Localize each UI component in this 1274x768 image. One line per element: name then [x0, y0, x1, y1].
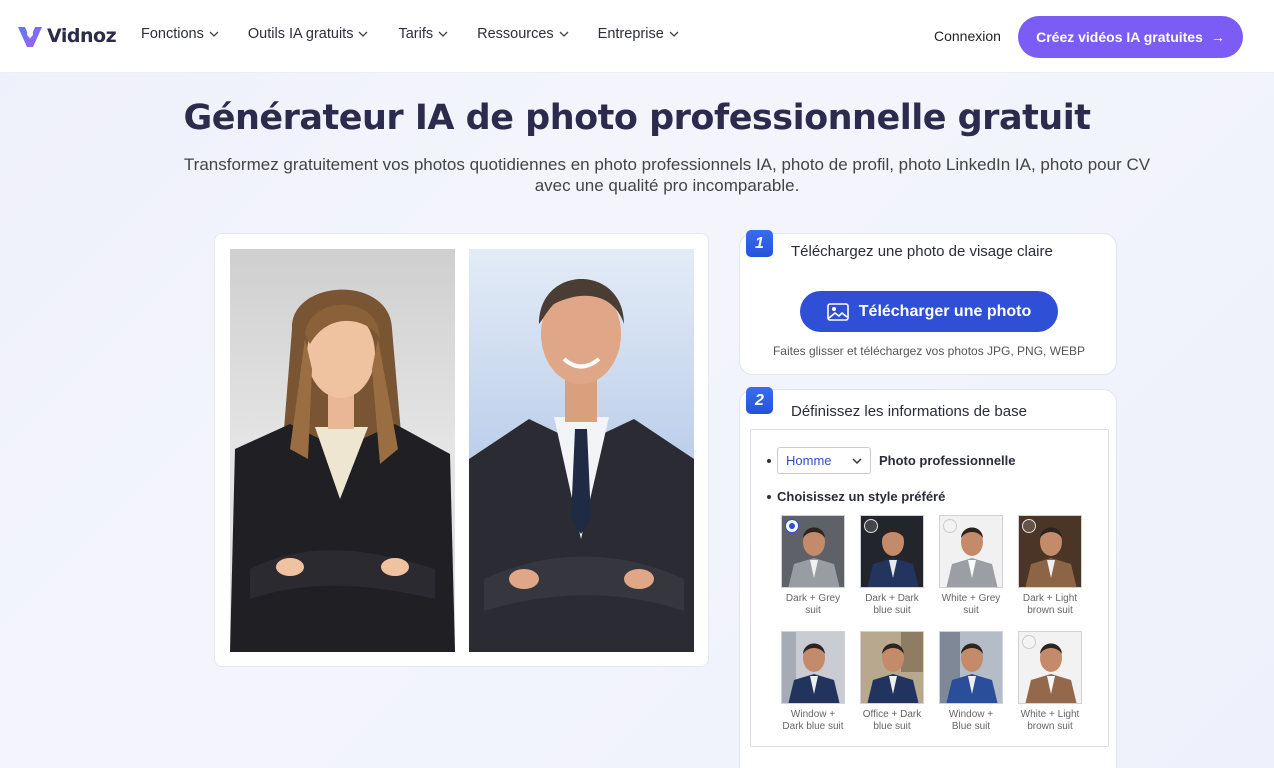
example-photo-man [469, 249, 694, 652]
radio-unselected[interactable] [1022, 635, 1036, 649]
style-label: Dark + Grey suit [785, 593, 841, 616]
radio-selected[interactable] [785, 519, 799, 533]
style-label: Window + Blue suit [948, 709, 994, 732]
settings-box: Homme Photo professionnelle Choisissez u… [750, 429, 1109, 747]
upload-photo-button[interactable]: Télécharger une photo [800, 291, 1058, 332]
style-option[interactable]: White + Light brown suit [1017, 631, 1083, 733]
radio-unselected[interactable] [943, 519, 957, 533]
style-option[interactable]: Dark + Grey suit [780, 515, 846, 617]
cta-label: Créez vidéos IA gratuites [1036, 29, 1203, 45]
menu-label: Ressources [477, 26, 554, 42]
step-title: Téléchargez une photo de visage claire [791, 243, 1053, 260]
style-option[interactable]: Dark + Dark blue suit [859, 515, 925, 617]
example-photo-woman [230, 249, 455, 652]
style-thumbnail [939, 515, 1003, 588]
login-link[interactable]: Connexion [934, 28, 1001, 44]
photo-type-label: Photo professionnelle [879, 453, 1016, 468]
style-label: White + Grey suit [941, 593, 1001, 616]
style-option[interactable]: White + Grey suit [938, 515, 1004, 617]
bullet [767, 458, 771, 463]
style-label: Office + Dark blue suit [862, 709, 922, 732]
style-option[interactable]: Office + Dark blue suit [859, 631, 925, 733]
brand-name: Vidnoz [47, 25, 117, 47]
menu-tarifs[interactable]: Tarifs [398, 26, 448, 42]
style-label: Dark + Light brown suit [1022, 593, 1078, 616]
style-thumbnail [1018, 631, 1082, 704]
menu-label: Fonctions [141, 26, 204, 42]
upload-button-label: Télécharger une photo [858, 302, 1032, 320]
upload-hint: Faites glisser et téléchargez vos photos… [772, 344, 1086, 358]
vidnoz-logo-icon [16, 22, 44, 50]
menu-entreprise[interactable]: Entreprise [598, 26, 679, 42]
menu-label: Tarifs [398, 26, 434, 42]
chevron-down-icon [358, 31, 368, 37]
style-thumbnail [860, 631, 924, 704]
radio-unselected[interactable] [864, 519, 878, 533]
chevron-down-icon [438, 31, 448, 37]
style-thumbnail [1018, 515, 1082, 588]
style-thumbnail [781, 515, 845, 588]
page-title: Générateur IA de photo professionnelle g… [183, 98, 1091, 138]
style-heading: Choisissez un style préféré [777, 489, 946, 504]
top-navbar: Vidnoz Fonctions Outils IA gratuits Tari… [0, 0, 1274, 73]
main-menu: Fonctions Outils IA gratuits Tarifs Ress… [141, 26, 679, 42]
step-number-badge: 2 [746, 387, 773, 414]
style-thumbnail [781, 631, 845, 704]
radio-unselected[interactable] [1022, 519, 1036, 533]
step-upload-card: 1 Téléchargez une photo de visage claire… [739, 230, 1117, 375]
chevron-down-icon [669, 31, 679, 37]
gender-select-value: Homme [786, 453, 832, 468]
menu-label: Entreprise [597, 26, 664, 42]
step-info-card: 2 Définissez les informations de base Ho… [739, 387, 1117, 768]
style-label: Window + Dark blue suit [782, 709, 844, 732]
vidnoz-logo[interactable]: Vidnoz [16, 22, 117, 50]
create-video-button[interactable]: Créez vidéos IA gratuites → [1018, 16, 1243, 58]
style-label: White + Light brown suit [1020, 709, 1080, 732]
chevron-down-icon [852, 457, 862, 464]
step-number-badge: 1 [746, 230, 773, 257]
style-thumbnail [860, 515, 924, 588]
arrow-right-icon: → [1210, 29, 1225, 45]
chevron-down-icon [559, 31, 569, 37]
gender-select[interactable]: Homme [777, 447, 871, 474]
gender-row: Homme Photo professionnelle [767, 447, 1016, 474]
style-option[interactable]: Dark + Light brown suit [1017, 515, 1083, 617]
style-heading-row: Choisissez un style préféré [767, 489, 945, 504]
style-option[interactable]: Window + Blue suit [938, 631, 1004, 733]
style-label: Dark + Dark blue suit [865, 593, 919, 616]
bullet [767, 494, 771, 499]
chevron-down-icon [209, 31, 219, 37]
image-upload-icon [826, 302, 849, 321]
menu-ressources[interactable]: Ressources [477, 26, 569, 42]
style-option[interactable]: Window + Dark blue suit [780, 631, 846, 733]
style-thumbnail [939, 631, 1003, 704]
menu-fonctions[interactable]: Fonctions [141, 26, 219, 42]
menu-label: Outils IA gratuits [247, 26, 354, 42]
example-photos-card [214, 233, 709, 667]
step-title: Définissez les informations de base [791, 403, 1027, 420]
page-subtitle: Transformez gratuitement vos photos quot… [183, 155, 1151, 195]
menu-outils-ia[interactable]: Outils IA gratuits [248, 26, 369, 42]
